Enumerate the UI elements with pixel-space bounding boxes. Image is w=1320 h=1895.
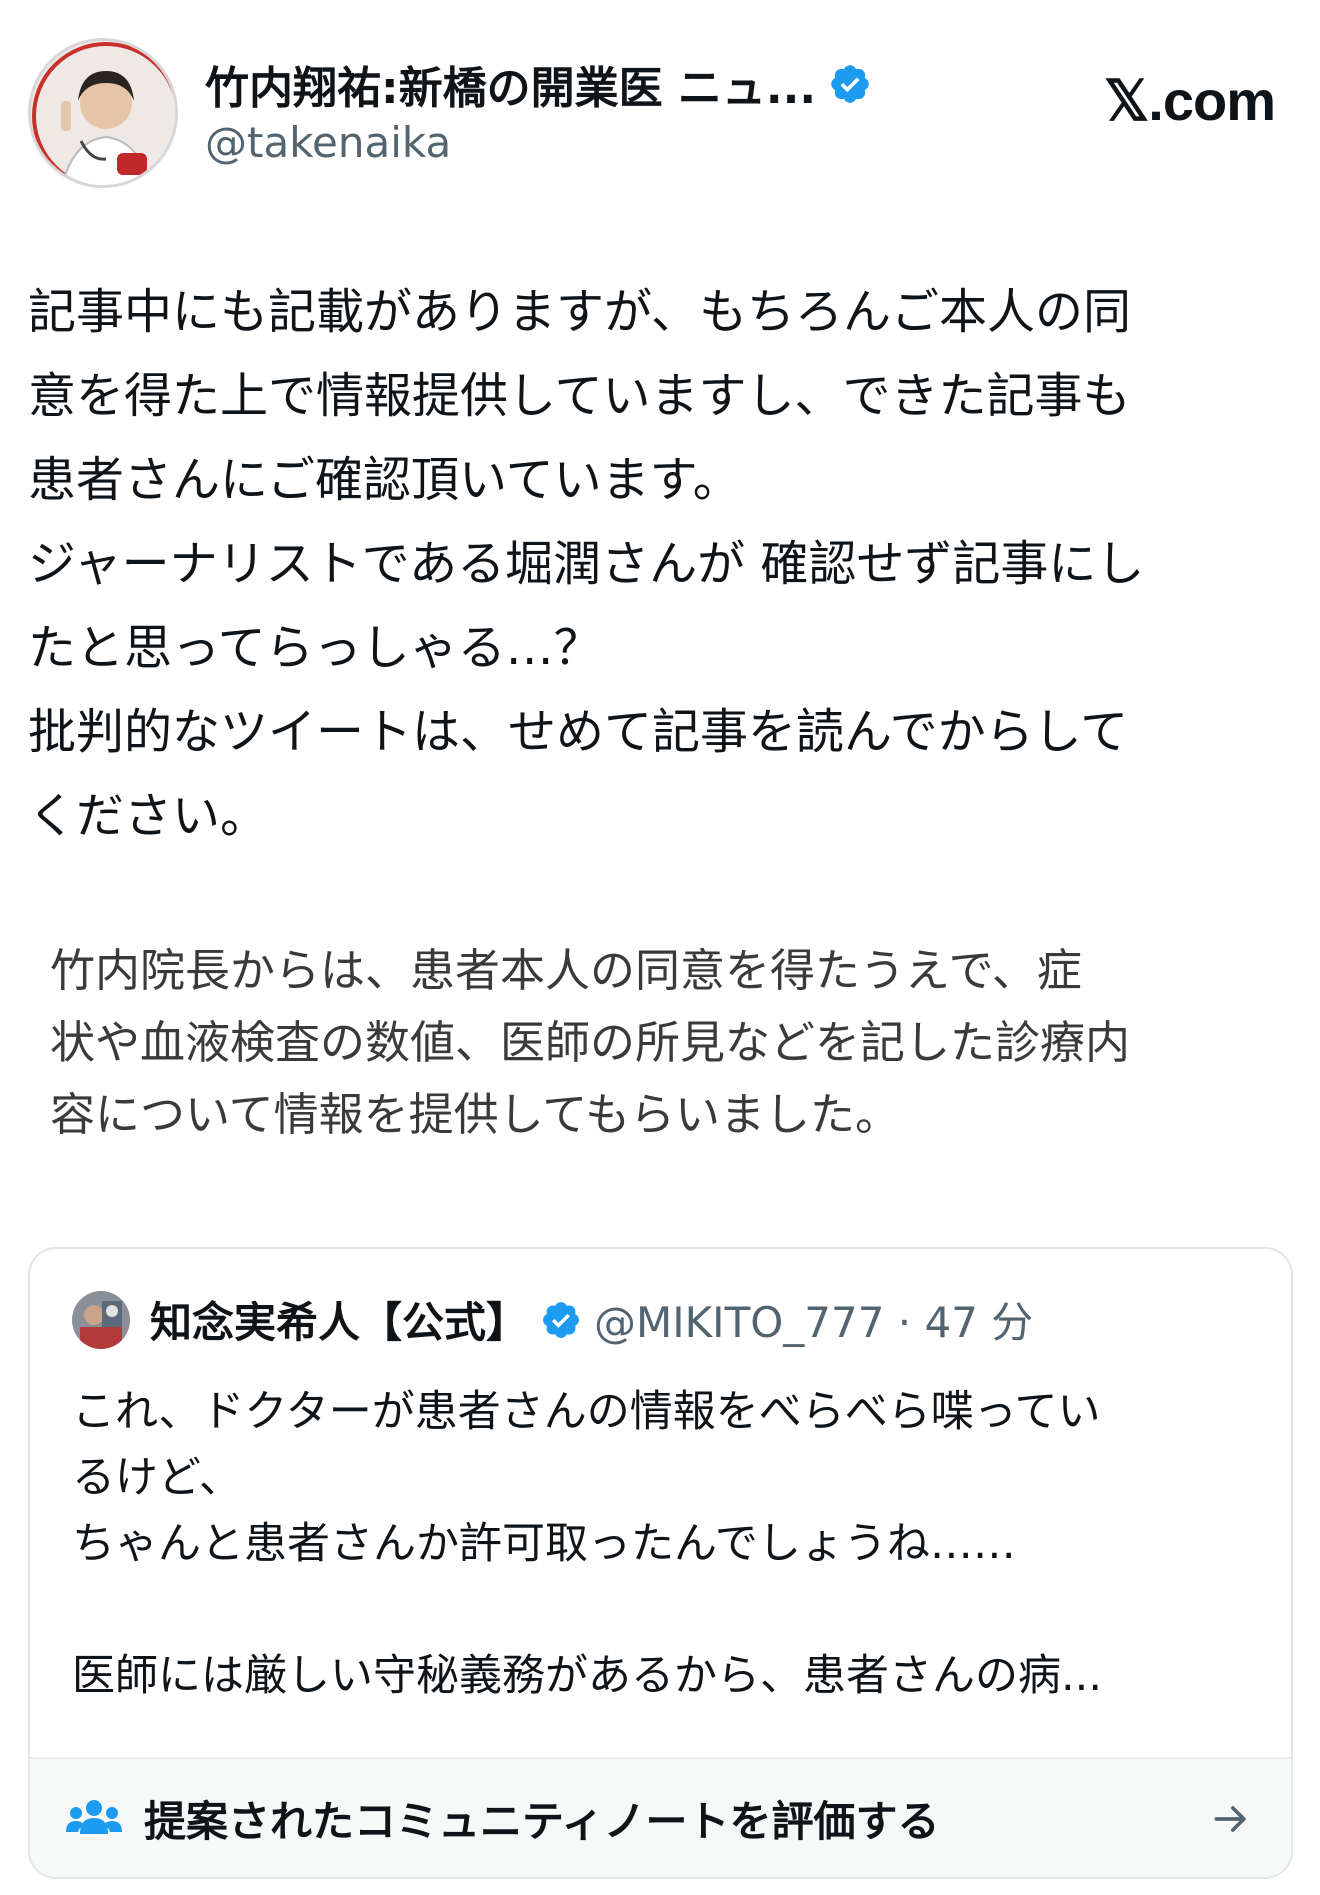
author-handle[interactable]: @takenaika — [205, 118, 451, 167]
post-line: ジャーナリストである堀潤さんが 確認せず記事にし — [28, 536, 1145, 592]
rate-community-note-button[interactable]: 提案されたコミュニティノートを評価する — [30, 1757, 1291, 1877]
site-watermark: 𝕏.com — [1104, 69, 1276, 132]
quoted-post-card[interactable]: 知念実希人【公式】 @MIKITO_777 · 47 分 これ、ドクターが患者さ… — [28, 1247, 1293, 1879]
excerpt-line: 容について情報を提供してもらいました。 — [50, 1088, 901, 1141]
verified-badge-icon — [828, 62, 872, 106]
quoted-line: ちゃんと患者さんか許可取ったんでしょうね…… — [72, 1519, 1016, 1569]
rate-community-note-label: 提案されたコミュニティノートを評価する — [144, 1796, 940, 1846]
post-line: 批判的なツイートは、せめて記事を読んでからして — [28, 704, 1129, 760]
quoted-line: 医師には厳しい守秘義務があるから、患者さんの病... — [72, 1651, 1103, 1701]
excerpt-line: 竹内院長からは、患者本人の同意を得たうえで、症 — [50, 944, 1082, 997]
quoted-author-name[interactable]: 知念実希人【公式】 — [150, 1289, 528, 1350]
author-name-row[interactable]: 竹内翔祐:新橋の開業医 ニュ... — [205, 52, 872, 116]
quoted-line — [72, 1577, 1252, 1643]
excerpt-line: 状や血液検査の数値、医師の所見などを記した診療内 — [50, 1016, 1131, 1069]
people-icon — [66, 1798, 122, 1838]
post-line: 記事中にも記載がありますが、もちろんご本人の同 — [28, 284, 1132, 340]
quoted-line: るけど、 — [72, 1453, 242, 1503]
post-line: たと思ってらっしゃる…？ — [28, 620, 602, 676]
post-line: ください。 — [28, 788, 269, 844]
post-line: 患者さんにご確認頂いています。 — [28, 452, 741, 508]
quoted-line: これ、ドクターが患者さんの情報をべらべら喋ってい — [72, 1387, 1101, 1437]
verified-badge-icon — [540, 1299, 582, 1341]
quoted-post-text: これ、ドクターが患者さんの情報をべらべら喋ってい るけど、 ちゃんと患者さんか許… — [72, 1379, 1252, 1709]
quoted-author-handle-time[interactable]: @MIKITO_777 · 47 分 — [594, 1289, 1033, 1350]
quoted-author-avatar[interactable] — [72, 1290, 130, 1349]
arrow-right-icon[interactable] — [1209, 1797, 1253, 1841]
post-header: 竹内翔祐:新橋の開業医 ニュ... @takenaika 𝕏.com — [0, 0, 1320, 200]
post-line: 意を得た上で情報提供していますし、できた記事も — [28, 368, 1131, 424]
article-excerpt-image[interactable]: 竹内院長からは、患者本人の同意を得たうえで、症 状や血液検査の数値、医師の所見な… — [28, 935, 1298, 1151]
post-text: 記事中にも記載がありますが、もちろんご本人の同 意を得た上で情報提供していますし… — [28, 270, 1298, 858]
quoted-post-header: 知念実希人【公式】 @MIKITO_777 · 47 分 — [72, 1289, 1033, 1350]
author-avatar[interactable] — [28, 38, 178, 188]
author-display-name[interactable]: 竹内翔祐:新橋の開業医 ニュ... — [205, 52, 816, 116]
